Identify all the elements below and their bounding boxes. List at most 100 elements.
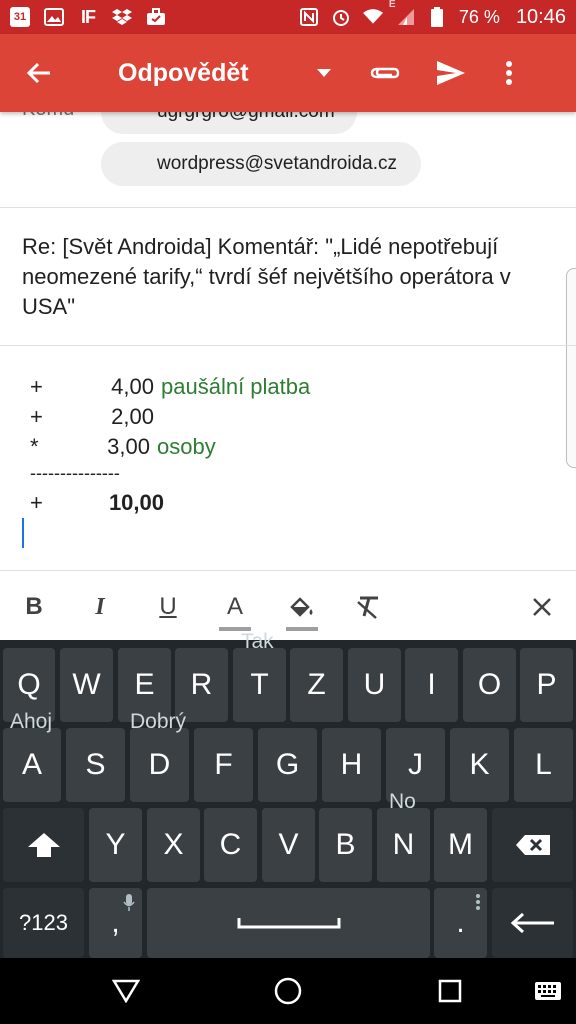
symbols-key[interactable]: ?123 [3,888,84,958]
highlight-color-swatch [286,627,318,631]
attach-button[interactable] [365,53,405,93]
text-color-label: A [226,593,243,620]
triangle-back-icon [112,979,140,1003]
clear-format-icon [357,596,378,619]
suggestion-tak[interactable]: Tak [241,630,274,654]
calc-total: 10,00 [108,490,164,515]
calc-operator: + [30,490,43,515]
calc-number: 2,00 [111,404,154,429]
suggestion-no[interactable]: No [389,790,416,814]
key-w[interactable]: W [60,648,113,722]
dropdown-arrow-icon [316,69,331,77]
signal-icon: E [389,0,415,27]
subject-field[interactable]: Re: [Svět Androida] Komentář: "„Lidé nep… [22,232,542,322]
italic-button[interactable]: I [82,589,118,625]
ifttt-icon: IF [81,6,96,27]
wifi-icon [362,7,383,27]
paint-bucket-icon [290,597,313,617]
key-t[interactable]: T [233,648,286,722]
space-bar-icon [237,918,340,929]
key-m[interactable]: M [434,808,487,882]
nav-keyboard-switch-button[interactable] [528,971,568,1011]
compose-title: Odpovědět [118,58,249,87]
more-vert-icon [505,61,512,85]
message-body[interactable]: + 4,00 paušální platba + 2,00 * 3,00 oso… [0,346,576,570]
key-s[interactable]: S [66,728,125,802]
key-v[interactable]: V [262,808,315,882]
space-key[interactable] [147,888,430,958]
text-color-button[interactable]: A [217,589,253,631]
close-icon [533,598,551,616]
app-bar: Odpovědět [0,34,576,112]
more-options-button[interactable] [489,53,529,93]
suggestion-ahoj[interactable]: Ahoj [10,710,52,734]
period-key[interactable]: . [434,888,487,958]
key-c[interactable]: C [204,808,257,882]
clear-format-button[interactable] [350,589,386,625]
arrow-back-icon [26,62,50,84]
recipients-field[interactable]: Komu ugrgrgro@gmail.com wordpress@svetan… [0,112,576,208]
highlight-color-button[interactable] [284,589,320,631]
key-g[interactable]: G [258,728,317,802]
send-button[interactable] [431,53,471,93]
key-p[interactable]: P [520,648,573,722]
calc-number: 4,00 [111,374,154,399]
alarm-icon [331,7,351,27]
nfc-icon [299,7,319,27]
format-toolbar: B I U A [0,570,576,640]
bold-button[interactable]: B [16,589,52,625]
navigation-bar [0,958,576,1024]
shift-key[interactable] [3,808,84,882]
shift-icon [27,833,60,857]
battery-icon [427,7,447,27]
back-button[interactable] [0,34,78,112]
text-cursor [22,518,24,548]
square-recents-icon [438,979,462,1003]
close-format-button[interactable] [524,589,560,625]
key-x[interactable]: X [147,808,200,882]
calendar-icon: 31 [10,7,30,27]
key-b[interactable]: B [319,808,372,882]
underline-button[interactable]: U [150,589,186,625]
send-icon [436,61,465,85]
calc-operator: + [30,404,43,429]
nav-back-button[interactable] [106,971,146,1011]
to-label: Komu [22,112,74,121]
nav-recents-button[interactable] [430,971,470,1011]
comma-label: , [111,906,120,939]
key-z[interactable]: Z [290,648,343,722]
backspace-icon [515,835,550,855]
period-label: . [456,906,465,939]
key-d[interactable]: D [130,728,189,802]
key-y[interactable]: Y [89,808,142,882]
recipient-chip[interactable]: wordpress@svetandroida.cz [101,142,421,186]
image-icon [44,7,64,27]
enter-icon [510,912,554,934]
recipient-chip[interactable]: ugrgrgro@gmail.com [101,112,357,134]
calc-separator: --------------- [30,463,120,483]
key-f[interactable]: F [194,728,253,802]
suggestion-dobry[interactable]: Dobrý [130,710,186,734]
enter-key[interactable] [492,888,573,958]
key-i[interactable]: I [405,648,458,722]
key-n[interactable]: N [377,808,430,882]
briefcase-icon [146,7,166,27]
reply-type-dropdown[interactable] [309,58,339,88]
comma-key[interactable]: , [89,888,142,958]
key-o[interactable]: O [463,648,516,722]
battery-percent: 76 % [458,6,500,27]
calc-operator: + [30,374,43,399]
nav-home-button[interactable] [268,971,308,1011]
soft-keyboard: Tak Ahoj Dobrý No Q W E R T Z U I O P A … [0,630,576,958]
key-u[interactable]: U [348,648,401,722]
backspace-key[interactable] [492,808,573,882]
status-bar: 31 IF E 76 % 10:46 [0,0,576,34]
key-k[interactable]: K [450,728,509,802]
key-h[interactable]: H [322,728,381,802]
key-a[interactable]: A [3,728,61,802]
key-l[interactable]: L [514,728,573,802]
circle-home-icon [274,977,302,1005]
clock: 10:46 [515,5,566,28]
dropbox-icon [112,7,132,27]
calc-label: paušální platba [161,374,311,399]
